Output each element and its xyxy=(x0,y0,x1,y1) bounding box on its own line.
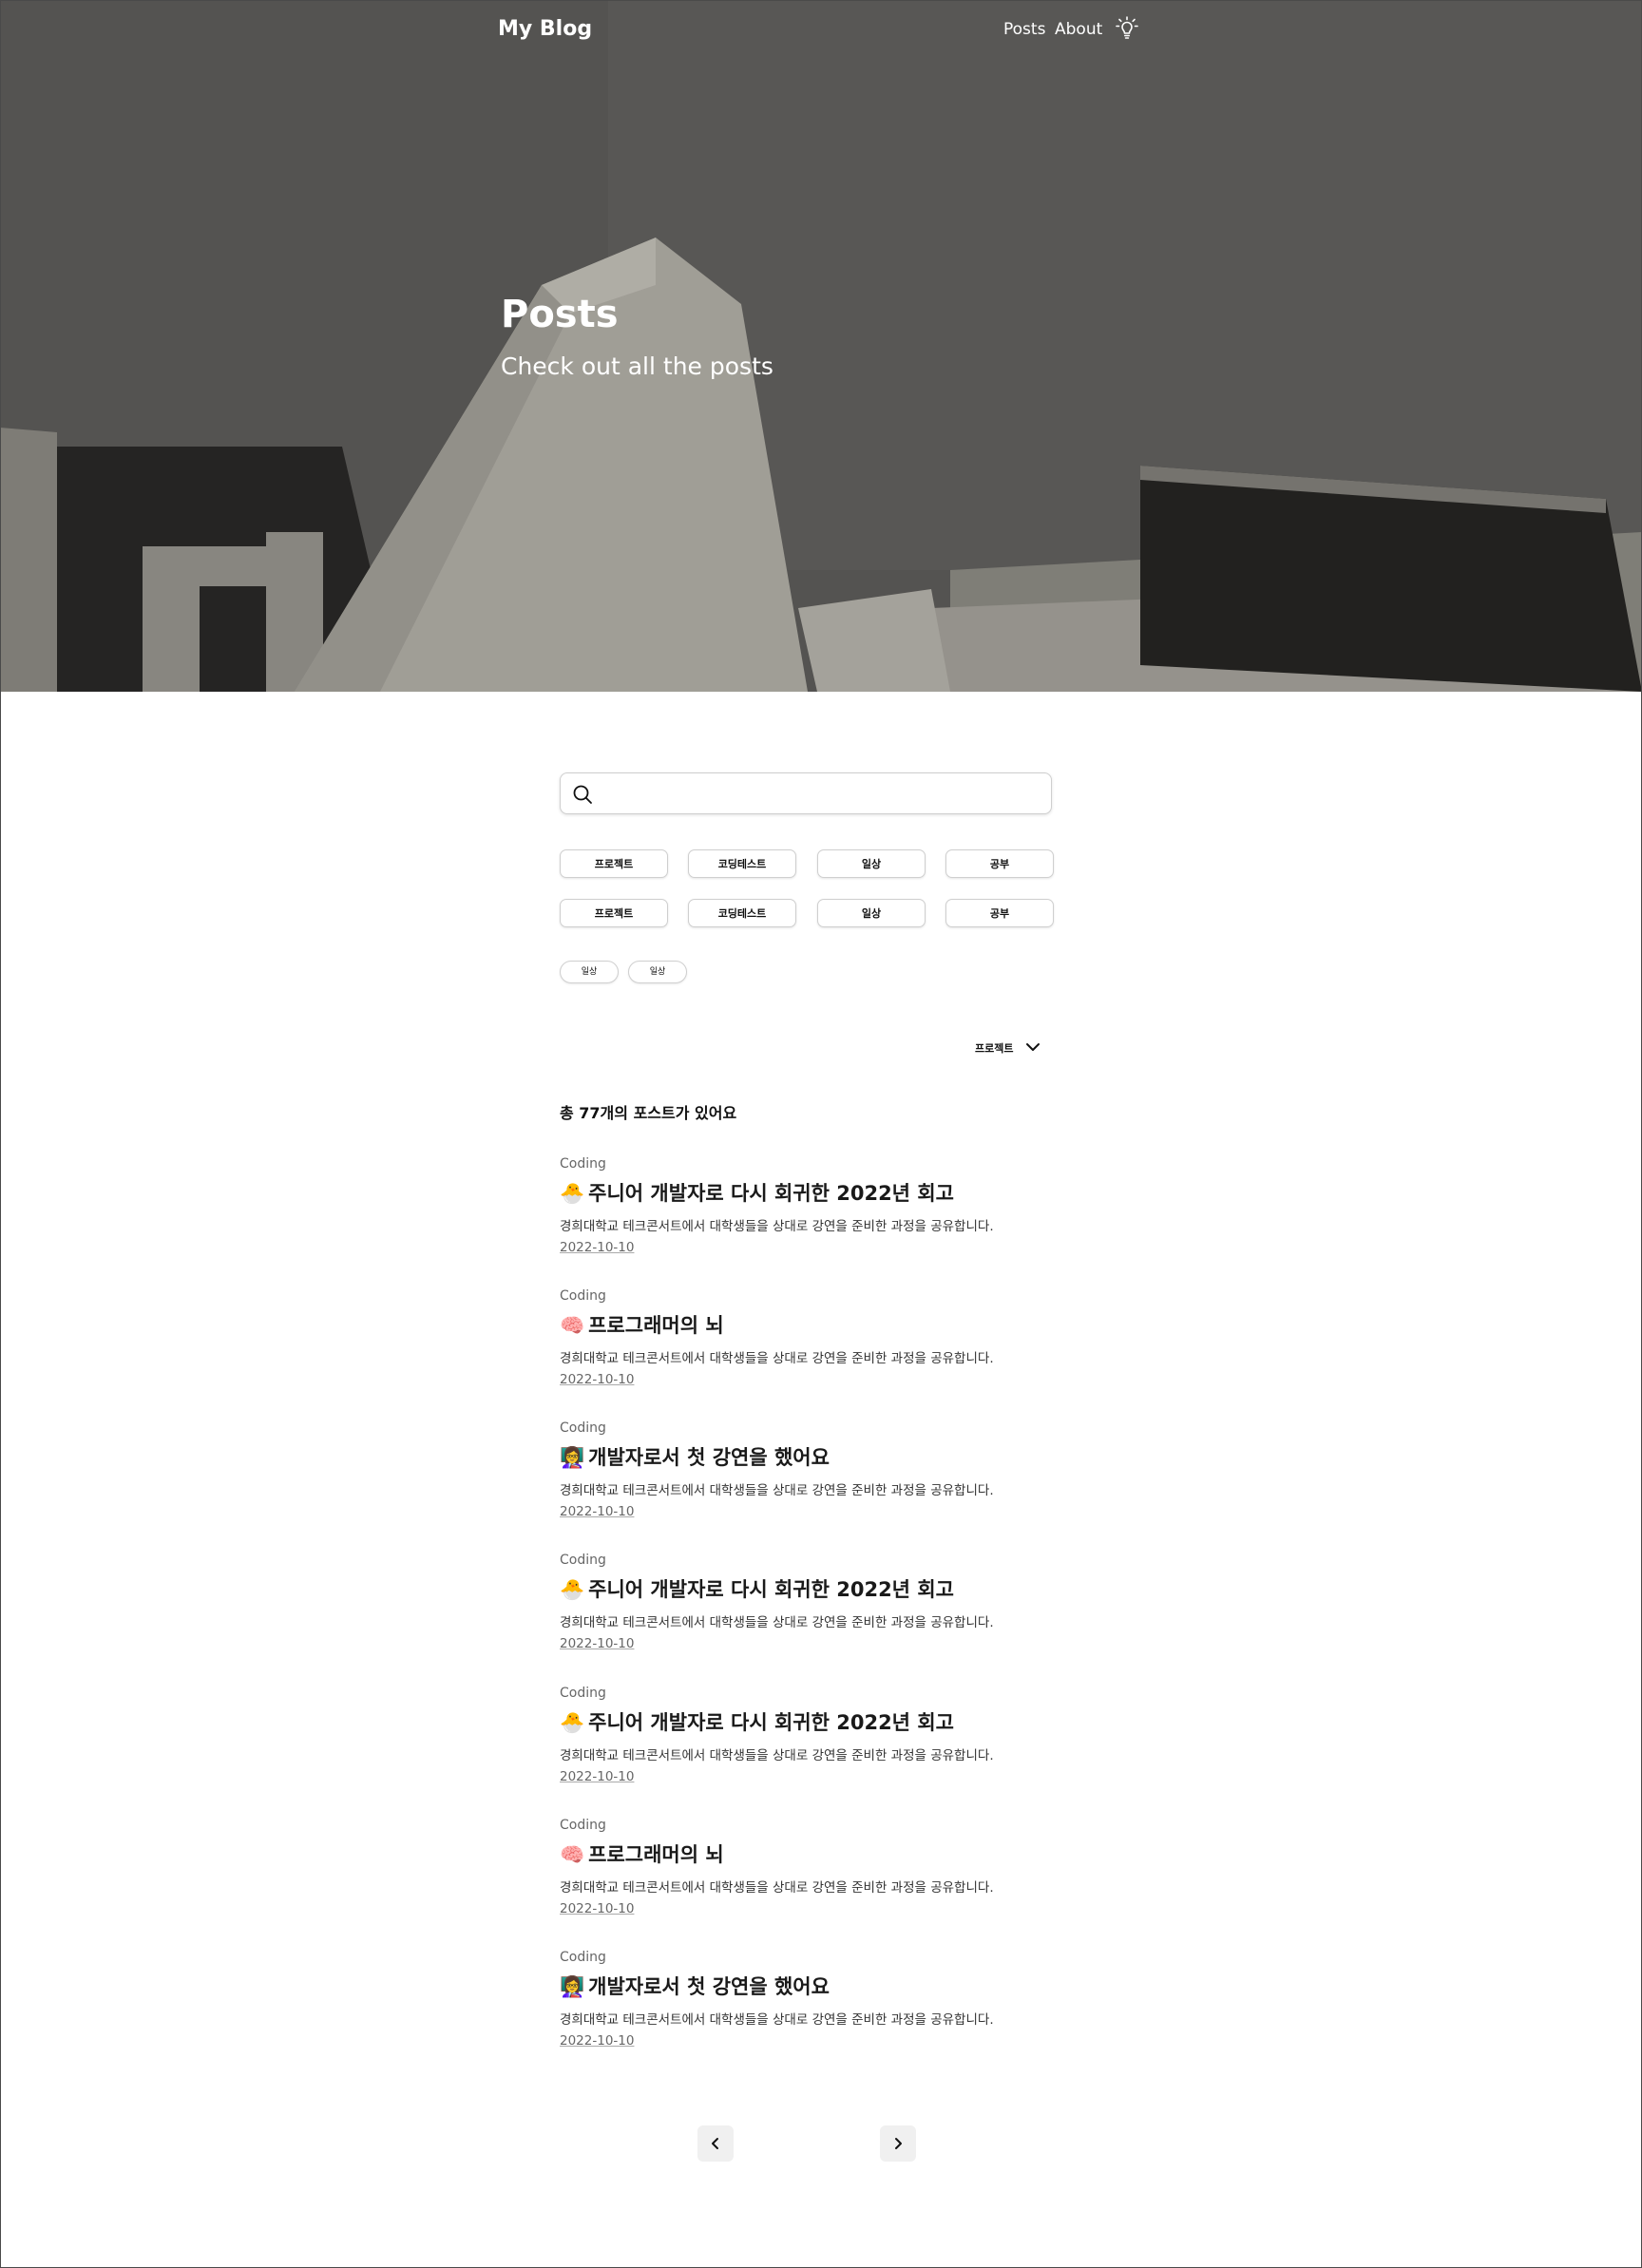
search-icon xyxy=(573,785,592,804)
post-title-text: 주니어 개발자로 다시 회귀한 2022년 회고 xyxy=(588,1182,954,1205)
post-title-text: 프로그래머의 뇌 xyxy=(588,1843,724,1866)
nav-link-about[interactable]: About xyxy=(1055,20,1102,39)
chevron-down-icon xyxy=(1026,1043,1040,1051)
post-category: Coding xyxy=(560,1818,606,1833)
prev-page-button[interactable] xyxy=(697,2125,734,2162)
post-title: 🐣 주니어 개발자로 다시 회귀한 2022년 회고 xyxy=(560,1707,954,1736)
tag-chip[interactable]: 일상 xyxy=(560,961,619,983)
tag-chip[interactable]: 일상 xyxy=(628,961,687,983)
sort-dropdown[interactable]: 프로젝트 xyxy=(975,1036,1047,1058)
post-date: 2022-10-10 xyxy=(560,1901,635,1916)
post-description: 경희대학교 테크콘서트에서 대학생들을 상대로 강연을 준비한 과정을 공유합니… xyxy=(560,2012,994,2028)
post-title-text: 개발자로서 첫 강연을 했어요 xyxy=(588,1975,830,1998)
nav-link-posts[interactable]: Posts xyxy=(1003,20,1045,39)
chick-emoji-icon: 🐣 xyxy=(560,1578,585,1601)
post-title: 🧠 프로그래머의 뇌 xyxy=(560,1839,724,1868)
post-category: Coding xyxy=(560,1553,606,1568)
category-button-project[interactable]: 프로젝트 xyxy=(560,849,668,878)
category-button-daily[interactable]: 일상 xyxy=(817,899,926,927)
chick-emoji-icon: 🐣 xyxy=(560,1182,585,1205)
category-button-coding-test[interactable]: 코딩테스트 xyxy=(688,899,796,927)
hero-banner: My Blog Posts About Posts Check out all … xyxy=(0,0,1642,692)
sort-selected-label: 프로젝트 xyxy=(975,1042,1014,1055)
next-page-button[interactable] xyxy=(880,2125,916,2162)
theme-toggle-button[interactable] xyxy=(1114,15,1140,42)
post-description: 경희대학교 테크콘서트에서 대학생들을 상대로 강연을 준비한 과정을 공유합니… xyxy=(560,1351,994,1366)
chevron-left-icon xyxy=(712,2138,718,2149)
teacher-emoji-icon: 👩‍🏫 xyxy=(560,1975,585,1998)
post-title: 🐣 주니어 개발자로 다시 회귀한 2022년 회고 xyxy=(560,1574,954,1603)
post-description: 경희대학교 테크콘서트에서 대학생들을 상대로 강연을 준비한 과정을 공유합니… xyxy=(560,1483,994,1498)
post-category: Coding xyxy=(560,1156,606,1172)
post-category: Coding xyxy=(560,1686,606,1701)
category-button-study[interactable]: 공부 xyxy=(945,849,1054,878)
post-title-text: 주니어 개발자로 다시 회귀한 2022년 회고 xyxy=(588,1578,954,1601)
page-subtitle: Check out all the posts xyxy=(501,353,773,380)
post-count: 총 77개의 포스트가 있어요 xyxy=(560,1104,737,1122)
top-nav: My Blog Posts About xyxy=(0,0,1642,61)
search-bar xyxy=(560,772,1052,814)
post-description: 경희대학교 테크콘서트에서 대학생들을 상대로 강연을 준비한 과정을 공유합니… xyxy=(560,1880,994,1896)
post-date: 2022-10-10 xyxy=(560,1240,635,1255)
post-description: 경희대학교 테크콘서트에서 대학생들을 상대로 강연을 준비한 과정을 공유합니… xyxy=(560,1748,994,1763)
post-description: 경희대학교 테크콘서트에서 대학생들을 상대로 강연을 준비한 과정을 공유합니… xyxy=(560,1615,994,1630)
search-input[interactable] xyxy=(602,775,1043,813)
category-button-study[interactable]: 공부 xyxy=(945,899,1054,927)
post-title: 🐣 주니어 개발자로 다시 회귀한 2022년 회고 xyxy=(560,1178,954,1207)
category-button-project[interactable]: 프로젝트 xyxy=(560,899,668,927)
post-title: 🧠 프로그래머의 뇌 xyxy=(560,1310,724,1339)
post-title-text: 프로그래머의 뇌 xyxy=(588,1314,724,1337)
brand-logo-link[interactable]: My Blog xyxy=(498,17,592,41)
post-category: Coding xyxy=(560,1950,606,1965)
post-description: 경희대학교 테크콘서트에서 대학생들을 상대로 강연을 준비한 과정을 공유합니… xyxy=(560,1219,994,1234)
lightbulb-icon xyxy=(1116,16,1138,39)
post-title: 👩‍🏫 개발자로서 첫 강연을 했어요 xyxy=(560,1442,830,1471)
page-title: Posts xyxy=(501,293,619,336)
category-button-coding-test[interactable]: 코딩테스트 xyxy=(688,849,796,878)
post-title-text: 주니어 개발자로 다시 회귀한 2022년 회고 xyxy=(588,1711,954,1734)
teacher-emoji-icon: 👩‍🏫 xyxy=(560,1446,585,1469)
post-category: Coding xyxy=(560,1288,606,1304)
chevron-right-icon xyxy=(895,2138,902,2149)
brain-emoji-icon: 🧠 xyxy=(560,1314,585,1337)
hero-overlay xyxy=(0,0,1642,692)
post-date: 2022-10-10 xyxy=(560,1504,635,1519)
post-date: 2022-10-10 xyxy=(560,2033,635,2049)
post-title: 👩‍🏫 개발자로서 첫 강연을 했어요 xyxy=(560,1972,830,2000)
post-category: Coding xyxy=(560,1420,606,1436)
post-date: 2022-10-10 xyxy=(560,1636,635,1651)
post-date: 2022-10-10 xyxy=(560,1769,635,1784)
post-date: 2022-10-10 xyxy=(560,1372,635,1387)
post-title-text: 개발자로서 첫 강연을 했어요 xyxy=(588,1446,830,1469)
chick-emoji-icon: 🐣 xyxy=(560,1711,585,1734)
brain-emoji-icon: 🧠 xyxy=(560,1843,585,1866)
category-button-daily[interactable]: 일상 xyxy=(817,849,926,878)
